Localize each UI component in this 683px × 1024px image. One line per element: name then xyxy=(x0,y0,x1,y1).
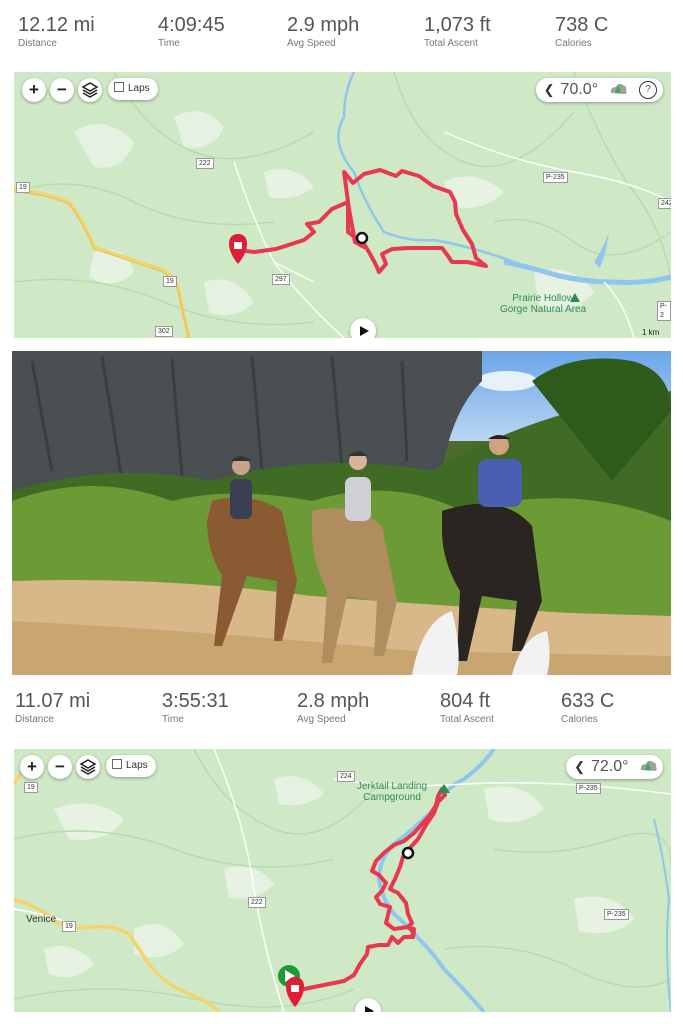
road-shield: 19 xyxy=(24,782,38,793)
stat-value: 12.12 mi xyxy=(18,14,95,36)
road-shield: P-235 xyxy=(576,783,601,794)
stat-value: 11.07 mi xyxy=(15,690,91,712)
laps-toggle[interactable]: Laps xyxy=(106,755,156,777)
end-point-marker xyxy=(355,231,369,245)
stat-value: 633 C xyxy=(561,690,615,712)
stat-label: Time xyxy=(162,714,184,725)
stat-calories: 633 C Calories xyxy=(561,690,614,726)
ride2-map[interactable]: 19 224 P-235 222 19 P-235 Jerktail Landi… xyxy=(14,749,671,1012)
layers-button[interactable] xyxy=(76,755,100,779)
laps-checkbox[interactable] xyxy=(114,82,124,92)
layers-button[interactable] xyxy=(78,78,102,102)
road-shield: 302 xyxy=(155,326,173,337)
stat-label: Time xyxy=(158,38,180,49)
poi-label: Jerktail Landing Campground xyxy=(357,781,428,803)
road-shield: P-235 xyxy=(604,909,629,920)
stat-time: 3:55:31 Time xyxy=(162,690,229,726)
stat-label: Avg Speed xyxy=(297,714,346,725)
road-shield: 222 xyxy=(196,158,214,169)
road-shield: 224 xyxy=(337,771,355,782)
chevron-left-icon[interactable]: ❮ xyxy=(544,78,555,102)
stat-total-ascent: 1,073 ft Total Ascent xyxy=(424,14,491,50)
stat-label: Distance xyxy=(18,38,57,49)
road-shield: P-235 xyxy=(543,172,568,183)
weather-widget[interactable]: ❮ 72.0° xyxy=(566,755,663,779)
stat-distance: 11.07 mi Distance xyxy=(15,690,90,726)
laps-checkbox[interactable] xyxy=(112,759,122,769)
start-pin-icon xyxy=(229,234,247,264)
stat-label: Total Ascent xyxy=(424,38,478,49)
stat-distance: 12.12 mi Distance xyxy=(18,14,95,50)
stat-value: 804 ft xyxy=(440,690,491,712)
stat-value: 4:09:45 xyxy=(158,14,225,36)
zoom-out-button[interactable]: − xyxy=(50,78,74,102)
stat-avg-speed: 2.9 mph Avg Speed xyxy=(287,14,359,50)
road-shield: 222 xyxy=(248,897,266,908)
stat-label: Calories xyxy=(561,714,598,725)
weather-widget[interactable]: ❮ 70.0° ? xyxy=(535,78,663,102)
stat-value: 738 C xyxy=(555,14,609,36)
stat-time: 4:09:45 Time xyxy=(158,14,225,50)
zoom-in-button[interactable]: + xyxy=(22,78,46,102)
road-shield: P-2 xyxy=(657,301,671,321)
stat-value: 3:55:31 xyxy=(162,690,229,712)
map-terrain xyxy=(14,749,671,1012)
laps-label: Laps xyxy=(128,83,150,94)
ride-photo xyxy=(12,351,671,675)
layers-icon xyxy=(81,82,99,98)
road-shield: 19 xyxy=(16,182,30,193)
finish-pin-icon xyxy=(286,977,304,1007)
stat-calories: 738 C Calories xyxy=(555,14,608,50)
play-icon xyxy=(360,326,369,336)
poi-label: Prairie Hollow Gorge Natural Area xyxy=(500,293,587,315)
road-shield: 297 xyxy=(272,274,290,285)
stat-label: Distance xyxy=(15,714,54,725)
play-icon xyxy=(365,1006,374,1012)
laps-toggle[interactable]: Laps xyxy=(108,78,158,100)
stat-total-ascent: 804 ft Total Ascent xyxy=(440,690,494,726)
temperature: 70.0° xyxy=(560,81,599,98)
temperature: 72.0° xyxy=(591,758,629,775)
stat-label: Calories xyxy=(555,38,592,49)
photo-icon xyxy=(12,351,671,675)
town-label: Venice xyxy=(26,914,57,925)
play-button[interactable] xyxy=(355,998,381,1012)
stat-value: 2.9 mph xyxy=(287,14,360,36)
stat-value: 2.8 mph xyxy=(297,690,370,712)
road-shield: 242 xyxy=(658,198,671,209)
weather-cloud-icon xyxy=(610,83,627,94)
layers-icon xyxy=(79,759,97,775)
stat-label: Total Ascent xyxy=(440,714,494,725)
zoom-in-button[interactable]: + xyxy=(20,755,44,779)
stat-label: Avg Speed xyxy=(287,38,336,49)
help-icon[interactable]: ? xyxy=(639,81,657,99)
ride2-stats: 11.07 mi Distance 3:55:31 Time 2.8 mph Avg … xyxy=(0,690,683,750)
road-shield: 19 xyxy=(62,921,76,932)
stat-avg-speed: 2.8 mph Avg Speed xyxy=(297,690,369,726)
weather-cloud-icon xyxy=(640,760,657,771)
scale-label: 1 km xyxy=(642,328,660,337)
play-button[interactable] xyxy=(350,318,376,338)
laps-label: Laps xyxy=(126,760,148,771)
ride1-stats: 12.12 mi Distance 4:09:45 Time 2.9 mph Avg … xyxy=(0,14,683,74)
end-point-marker xyxy=(401,846,415,860)
zoom-out-button[interactable]: − xyxy=(48,755,72,779)
road-shield: 19 xyxy=(163,276,177,287)
chevron-left-icon[interactable]: ❮ xyxy=(574,755,585,779)
ride1-map[interactable]: 19 222 19 302 297 P-235 242 P-2 Prairie … xyxy=(14,72,671,338)
stat-value: 1,073 ft xyxy=(424,14,491,36)
